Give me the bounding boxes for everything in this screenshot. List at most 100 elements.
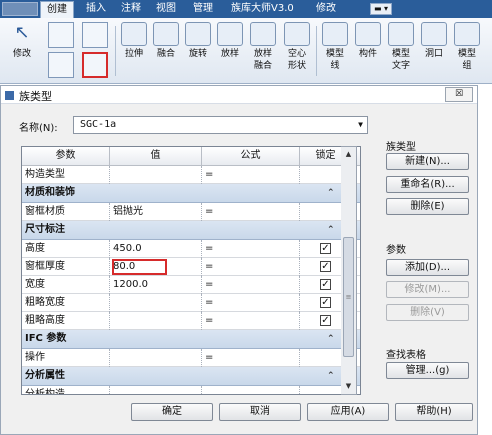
apply-button[interactable]: 应用(A)	[307, 403, 389, 421]
tab-insert[interactable]: 插入	[80, 1, 112, 18]
collapse-chevron-icon[interactable]: ⌃	[327, 330, 335, 348]
model-group-button[interactable]: 模型 组	[452, 22, 482, 72]
lock-checkbox[interactable]: ✓	[320, 279, 331, 290]
parameter-row[interactable]: 高度 450.0 = ✓	[22, 240, 360, 258]
help-button[interactable]: 帮助(H)	[395, 403, 473, 421]
parameter-value-cell[interactable]: 铝抛光	[110, 203, 202, 221]
parameter-value-cell[interactable]: 450.0	[110, 240, 202, 258]
parameter-row[interactable]: 构造类型 =	[22, 166, 360, 184]
parameter-value-cell[interactable]	[110, 386, 202, 394]
blend-button[interactable]: 融合	[152, 22, 180, 60]
parameter-value-cell[interactable]	[110, 349, 202, 367]
parameter-name-cell: 粗略高度	[22, 312, 110, 330]
revit-app-icon	[5, 91, 14, 100]
scroll-up-icon[interactable]: ▲	[341, 147, 356, 162]
collapse-chevron-icon[interactable]: ⌃	[327, 367, 335, 385]
col-header-value[interactable]: 值	[110, 147, 202, 166]
component-icon	[355, 22, 381, 46]
parameter-formula-cell[interactable]: =	[202, 258, 300, 276]
model-line-label: 模型 线	[325, 49, 344, 71]
lock-checkbox[interactable]: ✓	[320, 315, 331, 326]
lock-checkbox[interactable]: ✓	[320, 297, 331, 308]
swept-blend-button[interactable]: 放样 融合	[248, 22, 278, 72]
group-header[interactable]: IFC 参数 ⌃	[22, 330, 360, 349]
name-select-value: SGC-1a	[80, 119, 117, 130]
group-label: 尺寸标注	[25, 224, 65, 235]
void-forms-button[interactable]: 空心 形状	[282, 22, 312, 72]
family-types-icon[interactable]	[48, 52, 74, 78]
tab-family-library[interactable]: 族库大师V3.0	[225, 1, 300, 18]
parameter-row[interactable]: 窗框材质 铝抛光 =	[22, 203, 360, 221]
tab-annotate[interactable]: 注释	[115, 1, 147, 18]
tab-create[interactable]: 创建	[40, 1, 74, 18]
grid-scrollbar[interactable]: ▲ ≡ ▼	[341, 146, 357, 395]
parameter-formula-cell[interactable]: =	[202, 203, 300, 221]
model-group-icon	[454, 22, 480, 46]
parameter-formula-cell[interactable]: =	[202, 276, 300, 294]
parameter-row[interactable]: 粗略高度 = ✓	[22, 312, 360, 330]
close-button[interactable]: ☒	[445, 87, 473, 102]
collapse-chevron-icon[interactable]: ⌃	[327, 184, 335, 202]
parameter-row[interactable]: 分析构造	[22, 386, 360, 394]
family-category-icon[interactable]	[48, 22, 74, 48]
lock-checkbox[interactable]: ✓	[320, 243, 331, 254]
modify-button[interactable]: ↖ 修改	[4, 20, 40, 80]
cursor-icon: ↖	[14, 22, 30, 43]
ribbon-options-dropdown[interactable]: ▬ ▾	[370, 3, 392, 15]
parameter-row[interactable]: 窗框厚度 80.0 = ✓	[22, 258, 360, 276]
manage-lookup-button[interactable]: 管理...(g)	[386, 362, 469, 379]
parameter-formula-cell[interactable]: =	[202, 349, 300, 367]
scroll-down-icon[interactable]: ▼	[341, 379, 356, 394]
revolve-button[interactable]: 旋转	[184, 22, 212, 60]
new-type-button[interactable]: 新建(N)...	[386, 153, 469, 170]
tab-manage[interactable]: 管理	[187, 1, 219, 18]
parameter-formula-cell[interactable]: =	[202, 166, 300, 184]
parameter-value-cell[interactable]	[110, 166, 202, 184]
name-select[interactable]: SGC-1a ▼	[73, 116, 368, 134]
extrusion-button[interactable]: 拉伸	[120, 22, 148, 60]
parameter-formula-cell[interactable]: =	[202, 240, 300, 258]
component-button[interactable]: 构件	[354, 22, 382, 60]
parameter-value-cell[interactable]	[110, 312, 202, 330]
parameter-value-cell[interactable]: 1200.0	[110, 276, 202, 294]
group-header[interactable]: 分析属性 ⌃	[22, 367, 360, 386]
collapse-chevron-icon[interactable]: ⌃	[327, 221, 335, 239]
group-header[interactable]: 材质和装饰 ⌃	[22, 184, 360, 203]
chevron-down-icon: ▼	[358, 120, 363, 129]
component-label: 构件	[358, 49, 377, 59]
model-line-button[interactable]: 模型 线	[320, 22, 350, 72]
tab-view[interactable]: 视图	[150, 1, 182, 18]
parameter-row[interactable]: 宽度 1200.0 = ✓	[22, 276, 360, 294]
col-header-parameter[interactable]: 参数	[22, 147, 110, 166]
parameter-formula-cell[interactable]: =	[202, 312, 300, 330]
remove-parameter-button[interactable]: 删除(V)	[386, 304, 469, 321]
modify-label: 修改	[12, 49, 31, 59]
rename-type-button[interactable]: 重命名(R)...	[386, 176, 469, 193]
sweep-button[interactable]: 放样	[216, 22, 244, 60]
ok-button[interactable]: 确定	[131, 403, 213, 421]
delete-type-button[interactable]: 删除(E)	[386, 198, 469, 215]
parameter-formula-cell[interactable]: =	[202, 294, 300, 312]
model-text-button[interactable]: 模型 文字	[386, 22, 416, 72]
cancel-button[interactable]: 取消	[219, 403, 301, 421]
lock-checkbox[interactable]: ✓	[320, 261, 331, 272]
add-parameter-button[interactable]: 添加(D)...	[386, 259, 469, 276]
parameter-row[interactable]: 操作 =	[22, 349, 360, 367]
highlight-box	[112, 259, 167, 275]
parameter-value-cell[interactable]	[110, 294, 202, 312]
parameter-name-cell: 窗框材质	[22, 203, 110, 221]
group-label: 分析属性	[25, 370, 65, 381]
parameter-name-cell: 窗框厚度	[22, 258, 110, 276]
family-types-highlighted-icon[interactable]	[82, 52, 108, 78]
scroll-thumb[interactable]: ≡	[343, 237, 354, 357]
col-header-formula[interactable]: 公式	[202, 147, 300, 166]
opening-button[interactable]: 洞口	[420, 22, 448, 60]
parameter-formula-cell[interactable]	[202, 386, 300, 394]
modify-parameter-button[interactable]: 修改(M)...	[386, 281, 469, 298]
opening-icon	[421, 22, 447, 46]
family-settings-icon[interactable]	[82, 22, 108, 48]
group-header[interactable]: 尺寸标注 ⌃	[22, 221, 360, 240]
quick-access-box[interactable]	[2, 2, 38, 16]
parameter-row[interactable]: 粗略宽度 = ✓	[22, 294, 360, 312]
tab-modify[interactable]: 修改	[310, 1, 342, 18]
